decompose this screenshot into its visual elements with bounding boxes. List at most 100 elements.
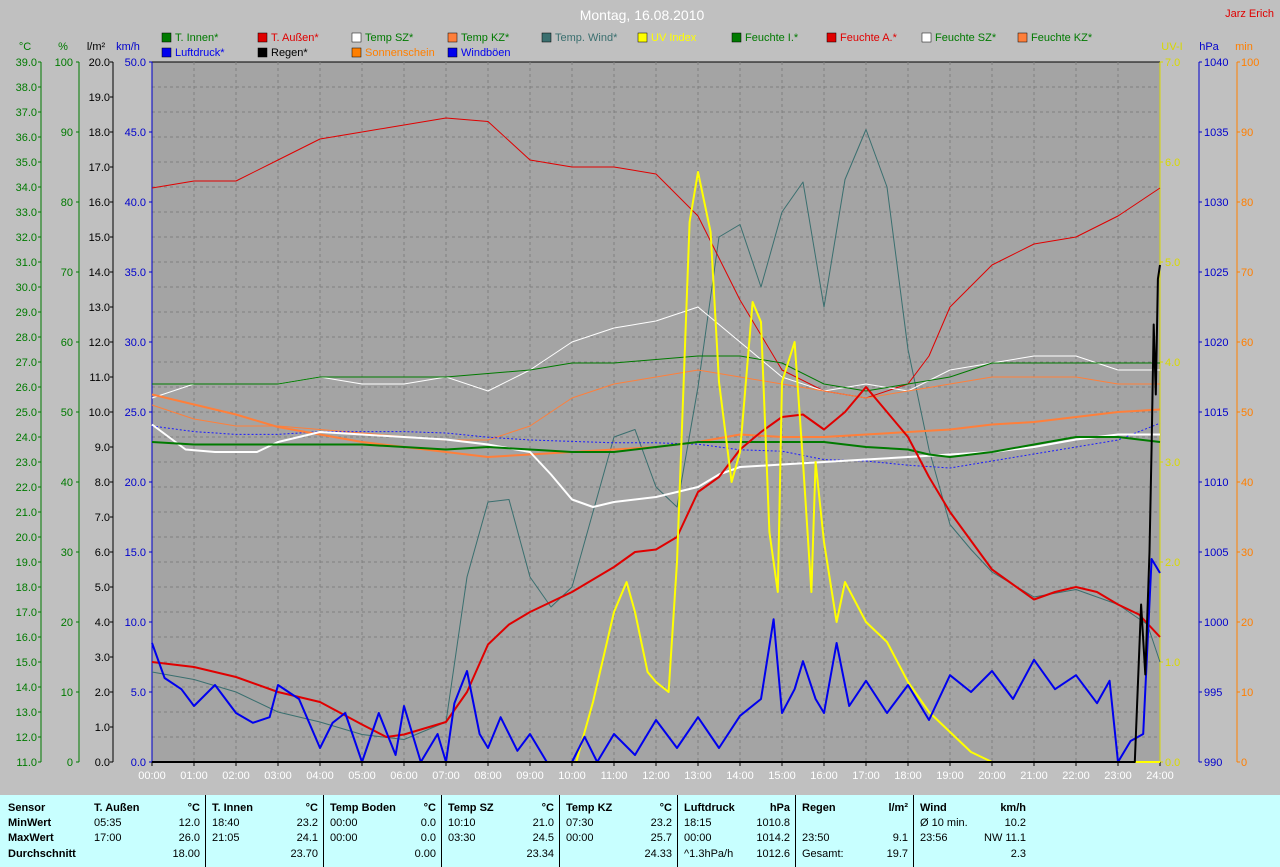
axis-header-wind: km/h <box>116 41 140 53</box>
stat-min-value-t_innen: 23.2 <box>296 817 318 829</box>
stat-max-value-regen: 9.1 <box>892 832 908 844</box>
stat-header-unit-temp_boden: °C <box>423 802 436 814</box>
stat-row-label: Durchschnitt <box>8 848 76 860</box>
legend-swatch <box>731 32 742 43</box>
stat-min-value-t_aussen: 12.0 <box>178 817 200 829</box>
axis-tick-label-rain: 12.0 <box>89 337 110 349</box>
stat-avg-value-regen: 19.7 <box>886 848 908 860</box>
x-axis-tick-label: 18:00 <box>894 770 922 782</box>
axis-tick-label-wind: 10.0 <box>125 617 146 629</box>
x-axis-tick-label: 21:00 <box>1020 770 1048 782</box>
axis-tick-label-rain: 1.0 <box>95 722 110 734</box>
legend-label: Temp SZ* <box>365 32 414 44</box>
x-axis-tick-label: 02:00 <box>222 770 250 782</box>
axis-tick-label-uv: 0.0 <box>1165 757 1180 769</box>
axis-tick-label-celsius: 14.0 <box>16 682 37 694</box>
axis-tick-label-hpa: 995 <box>1204 687 1222 699</box>
axis-tick-label-wind: 0.0 <box>131 757 146 769</box>
axis-tick-label-rain: 13.0 <box>89 302 110 314</box>
axis-tick-label-min: 60 <box>1241 337 1253 349</box>
stat-min-value-luftdruck: 1010.8 <box>756 817 790 829</box>
axis-tick-label-celsius: 37.0 <box>16 107 37 119</box>
stat-max-value-temp_kz: 25.7 <box>650 832 672 844</box>
legend-label: Feuchte I.* <box>745 32 799 44</box>
legend-swatch <box>257 32 268 43</box>
axis-tick-label-min: 70 <box>1241 267 1253 279</box>
axis-tick-label-celsius: 23.0 <box>16 457 37 469</box>
axis-header-uv: UV-I <box>1161 41 1182 53</box>
stat-row-label: MinWert <box>8 817 52 829</box>
axis-tick-label-hpa: 1005 <box>1204 547 1228 559</box>
axis-tick-label-uv: 4.0 <box>1165 357 1180 369</box>
axis-tick-label-celsius: 31.0 <box>16 257 37 269</box>
x-axis-tick-label: 10:00 <box>558 770 586 782</box>
axis-tick-label-uv: 7.0 <box>1165 57 1180 69</box>
stat-max-value-luftdruck: 1014.2 <box>756 832 790 844</box>
axis-tick-label-rain: 10.0 <box>89 407 110 419</box>
legend-label: Regen* <box>271 47 308 59</box>
axis-tick-label-hpa: 1010 <box>1204 477 1228 489</box>
axis-tick-label-wind: 5.0 <box>131 687 146 699</box>
axis-tick-label-wind: 50.0 <box>125 57 146 69</box>
legend-swatch <box>826 32 837 43</box>
stat-header-unit-t_aussen: °C <box>187 802 200 814</box>
axis-tick-label-rain: 11.0 <box>89 372 110 384</box>
axis-tick-label-rain: 6.0 <box>95 547 110 559</box>
axis-tick-label-rain: 17.0 <box>89 162 110 174</box>
axis-tick-label-percent: 60 <box>61 337 73 349</box>
stat-min-value-temp_sz: 21.0 <box>532 817 554 829</box>
axis-tick-label-wind: 35.0 <box>125 267 146 279</box>
legend-label: Temp. Wind* <box>555 32 618 44</box>
stat-header-unit-regen: l/m² <box>888 802 908 814</box>
axis-tick-label-uv: 1.0 <box>1165 657 1180 669</box>
x-axis-tick-label: 03:00 <box>264 770 292 782</box>
axis-tick-label-min: 0 <box>1241 757 1247 769</box>
axis-tick-label-rain: 15.0 <box>89 232 110 244</box>
axis-tick-label-celsius: 33.0 <box>16 207 37 219</box>
axis-tick-label-rain: 8.0 <box>95 477 110 489</box>
stat-column-divider <box>795 795 796 867</box>
axis-tick-label-celsius: 24.0 <box>16 432 37 444</box>
axis-tick-label-celsius: 38.0 <box>16 82 37 94</box>
axis-tick-label-min: 100 <box>1241 57 1259 69</box>
axis-header-rain: l/m² <box>87 41 106 53</box>
axis-tick-label-rain: 0.0 <box>95 757 110 769</box>
axis-tick-label-percent: 70 <box>61 267 73 279</box>
stat-min-value-wind: 10.2 <box>1004 817 1026 829</box>
axis-tick-label-wind: 25.0 <box>125 407 146 419</box>
stat-row-label: MaxWert <box>8 832 54 844</box>
x-axis-tick-label: 06:00 <box>390 770 418 782</box>
axis-tick-label-hpa: 1020 <box>1204 337 1228 349</box>
x-axis-tick-label: 22:00 <box>1062 770 1090 782</box>
axis-tick-label-rain: 9.0 <box>95 442 110 454</box>
axis-tick-label-celsius: 35.0 <box>16 157 37 169</box>
stat-avg-value-wind: 2.3 <box>1010 848 1026 860</box>
axis-tick-label-celsius: 11.0 <box>16 757 37 769</box>
axis-tick-label-rain: 4.0 <box>95 617 110 629</box>
axis-tick-label-celsius: 34.0 <box>16 182 37 194</box>
stat-column-divider <box>913 795 914 867</box>
stat-max-value-temp_sz: 24.5 <box>532 832 554 844</box>
x-axis-tick-label: 00:00 <box>138 770 166 782</box>
stat-min-value-temp_kz: 23.2 <box>650 817 672 829</box>
stat-column-divider <box>323 795 324 867</box>
axis-tick-label-min: 10 <box>1241 687 1253 699</box>
axis-tick-label-hpa: 1035 <box>1204 127 1228 139</box>
axis-tick-label-celsius: 20.0 <box>16 532 37 544</box>
axis-tick-label-celsius: 17.0 <box>16 607 37 619</box>
axis-tick-label-rain: 2.0 <box>95 687 110 699</box>
axis-tick-label-celsius: 30.0 <box>16 282 37 294</box>
x-axis-tick-label: 17:00 <box>852 770 880 782</box>
axis-tick-label-celsius: 15.0 <box>16 657 37 669</box>
axis-tick-label-rain: 3.0 <box>95 652 110 664</box>
x-axis-tick-label: 13:00 <box>684 770 712 782</box>
legend-label: Feuchte KZ* <box>1031 32 1093 44</box>
legend-swatch <box>161 32 172 43</box>
axis-tick-label-hpa: 1000 <box>1204 617 1228 629</box>
stat-min-value-temp_boden: 0.0 <box>420 817 436 829</box>
axis-tick-label-min: 90 <box>1241 127 1253 139</box>
legend-label: Windböen <box>461 47 511 59</box>
axis-tick-label-min: 80 <box>1241 197 1253 209</box>
x-axis-tick-label: 23:00 <box>1104 770 1132 782</box>
x-axis-tick-label: 04:00 <box>306 770 334 782</box>
